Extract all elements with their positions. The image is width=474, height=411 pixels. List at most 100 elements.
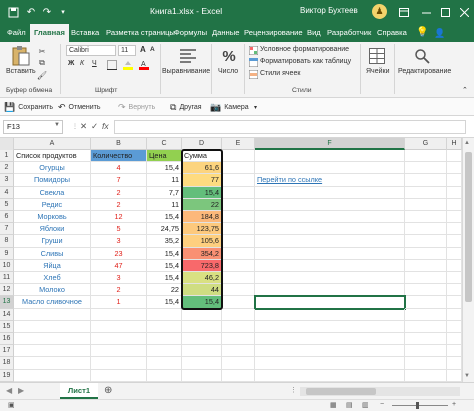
cell[interactable] <box>222 284 255 297</box>
column-header-a[interactable]: A <box>14 138 91 150</box>
cell[interactable] <box>222 174 255 187</box>
number-label[interactable]: Число <box>218 68 238 75</box>
cell[interactable] <box>405 320 447 333</box>
conditional-formatting-button[interactable]: Условное форматирование <box>260 46 349 53</box>
product-cell[interactable]: Груши <box>14 235 91 248</box>
sum-cell[interactable]: 105,6 <box>182 235 222 248</box>
row-header[interactable]: 4 <box>0 186 14 199</box>
cell[interactable] <box>14 320 91 333</box>
product-cell[interactable]: Сливы <box>14 247 91 260</box>
undo-icon[interactable]: ↶ <box>24 5 38 19</box>
sum-cell[interactable]: 123,75 <box>182 223 222 236</box>
cell[interactable] <box>222 357 255 370</box>
quantity-cell[interactable]: 2 <box>91 186 147 199</box>
row-header[interactable]: 10 <box>0 259 14 272</box>
minimize-icon[interactable] <box>418 4 434 20</box>
cell[interactable] <box>182 345 222 358</box>
zoom-out-icon[interactable]: − <box>380 401 384 408</box>
column-header-b[interactable]: B <box>91 138 147 150</box>
quantity-cell[interactable]: 23 <box>91 247 147 260</box>
cell[interactable] <box>405 345 447 358</box>
sum-cell[interactable]: 46,2 <box>182 272 222 285</box>
quick-undo-button[interactable]: ↶ Отменить <box>58 101 101 113</box>
column-header-h[interactable]: H <box>447 138 462 150</box>
cell[interactable] <box>255 223 405 236</box>
header-cell-price[interactable]: Цена <box>147 150 182 163</box>
cell[interactable] <box>405 308 447 321</box>
product-cell[interactable]: Морковь <box>14 211 91 224</box>
cell[interactable] <box>447 223 462 236</box>
tab-file[interactable]: Файл <box>7 24 26 42</box>
cell[interactable] <box>147 357 182 370</box>
cell[interactable] <box>147 369 182 382</box>
cell[interactable] <box>222 308 255 321</box>
add-sheet-icon[interactable]: ⊕ <box>104 385 112 396</box>
quantity-cell[interactable]: 4 <box>91 162 147 175</box>
cell[interactable] <box>91 333 147 346</box>
alignment-icon[interactable] <box>177 46 199 66</box>
cell[interactable] <box>91 320 147 333</box>
product-cell[interactable]: Яблоки <box>14 223 91 236</box>
cell[interactable] <box>405 259 447 272</box>
product-cell[interactable]: Хлеб <box>14 272 91 285</box>
ribbon-display-icon[interactable] <box>396 4 412 20</box>
cell[interactable] <box>182 308 222 321</box>
avatar[interactable]: ♟ <box>372 4 387 19</box>
price-cell[interactable]: 15,4 <box>147 272 182 285</box>
cell[interactable] <box>182 357 222 370</box>
quantity-cell[interactable]: 5 <box>91 223 147 236</box>
cell[interactable] <box>405 186 447 199</box>
cell[interactable] <box>182 320 222 333</box>
cell[interactable] <box>14 357 91 370</box>
column-header-e[interactable]: E <box>222 138 255 150</box>
normal-view-icon[interactable]: ▦ <box>330 401 337 409</box>
sum-cell[interactable]: 61,6 <box>182 162 222 175</box>
row-header[interactable]: 6 <box>0 211 14 224</box>
quick-other-button[interactable]: ⧉ Другая <box>170 101 202 113</box>
quick-redo-button[interactable]: ↷ Вернуть <box>118 101 155 113</box>
collapse-ribbon-icon[interactable]: ⌃ <box>462 86 468 94</box>
cell[interactable] <box>447 211 462 224</box>
price-cell[interactable]: 22 <box>147 284 182 297</box>
enter-icon[interactable]: ✓ <box>91 121 98 132</box>
lightbulb-icon[interactable]: 💡 <box>416 24 428 42</box>
cell[interactable] <box>405 174 447 187</box>
cell[interactable] <box>182 333 222 346</box>
quantity-cell[interactable]: 47 <box>91 259 147 272</box>
cell[interactable] <box>447 345 462 358</box>
product-cell[interactable]: Яйца <box>14 259 91 272</box>
cell[interactable] <box>405 369 447 382</box>
price-cell[interactable]: 11 <box>147 198 182 211</box>
sheet-next-icon[interactable]: ▶ <box>18 386 24 395</box>
sum-cell[interactable]: 77 <box>182 174 222 187</box>
price-cell[interactable]: 15,4 <box>147 259 182 272</box>
row-header[interactable]: 17 <box>0 345 14 358</box>
chevron-down-icon[interactable]: ▼ <box>54 122 60 128</box>
cell[interactable] <box>147 320 182 333</box>
cell[interactable] <box>222 186 255 199</box>
font-size-select[interactable]: 11 <box>118 45 136 56</box>
share-icon[interactable]: 👤 <box>434 24 445 42</box>
tab-developer[interactable]: Разработчик <box>327 24 371 42</box>
cell[interactable] <box>447 333 462 346</box>
cell[interactable] <box>222 259 255 272</box>
cell[interactable] <box>14 369 91 382</box>
cell[interactable] <box>405 211 447 224</box>
bold-button[interactable]: Ж <box>68 60 74 67</box>
format-as-table-button[interactable]: Форматировать как таблицу <box>260 58 351 65</box>
tab-help[interactable]: Справка <box>377 24 407 42</box>
cell[interactable] <box>222 247 255 260</box>
cell[interactable] <box>255 357 405 370</box>
cell[interactable] <box>222 235 255 248</box>
cell[interactable] <box>255 198 405 211</box>
product-cell[interactable]: Огурцы <box>14 162 91 175</box>
scroll-down-icon[interactable]: ▼ <box>464 373 470 379</box>
cell[interactable] <box>405 247 447 260</box>
column-header-d[interactable]: D <box>182 138 222 150</box>
cell[interactable] <box>405 357 447 370</box>
quantity-cell[interactable]: 1 <box>91 296 147 309</box>
price-cell[interactable]: 15,4 <box>147 162 182 175</box>
sum-cell[interactable]: 723,8 <box>182 259 222 272</box>
copy-icon[interactable]: ⧉ <box>37 58 47 68</box>
underline-button[interactable]: Ч <box>92 60 97 67</box>
